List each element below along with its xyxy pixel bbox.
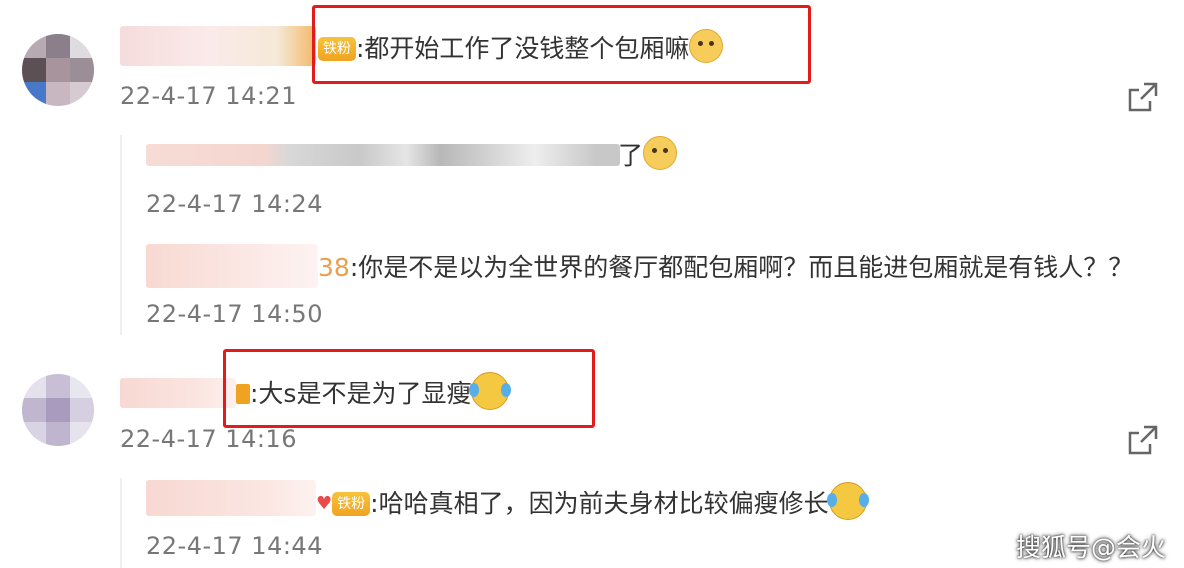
blurred-username[interactable]	[120, 378, 236, 408]
laugh-cry-emoji-icon	[826, 482, 869, 520]
reply-text: 38:你是不是以为全世界的餐厅都配包厢啊？而且能进包厢就是有钱人？？	[318, 253, 1134, 282]
watermark: 搜狐号@会火	[1016, 533, 1167, 562]
fan-badge: 铁粉	[332, 492, 371, 516]
heart-icon: ♥	[316, 493, 333, 514]
comment-time: 22-4-17 14:21	[120, 82, 297, 110]
blurred-username[interactable]	[146, 244, 318, 288]
blurred-username[interactable]	[120, 26, 316, 66]
reply-text: ♥ 铁粉:哈哈真相了，因为前夫身材比较偏瘦修长	[316, 482, 869, 524]
comment-time: 22-4-17 14:16	[120, 425, 297, 453]
share-icon[interactable]	[1126, 80, 1160, 114]
blurred-username[interactable]	[146, 144, 620, 166]
share-icon[interactable]	[1126, 423, 1160, 457]
reply-divider	[120, 478, 122, 568]
reply-time: 22-4-17 14:50	[146, 300, 323, 328]
reply-time: 22-4-17 14:24	[146, 190, 323, 218]
highlight-box	[312, 5, 811, 84]
blurred-username[interactable]	[146, 480, 316, 516]
reply-text: 了	[618, 136, 678, 176]
reply-divider	[120, 135, 122, 335]
avatar[interactable]	[22, 34, 94, 106]
reply-time: 22-4-17 14:44	[146, 532, 323, 560]
highlight-box	[223, 349, 595, 428]
doge-emoji-icon	[643, 136, 678, 170]
avatar[interactable]	[22, 374, 94, 446]
